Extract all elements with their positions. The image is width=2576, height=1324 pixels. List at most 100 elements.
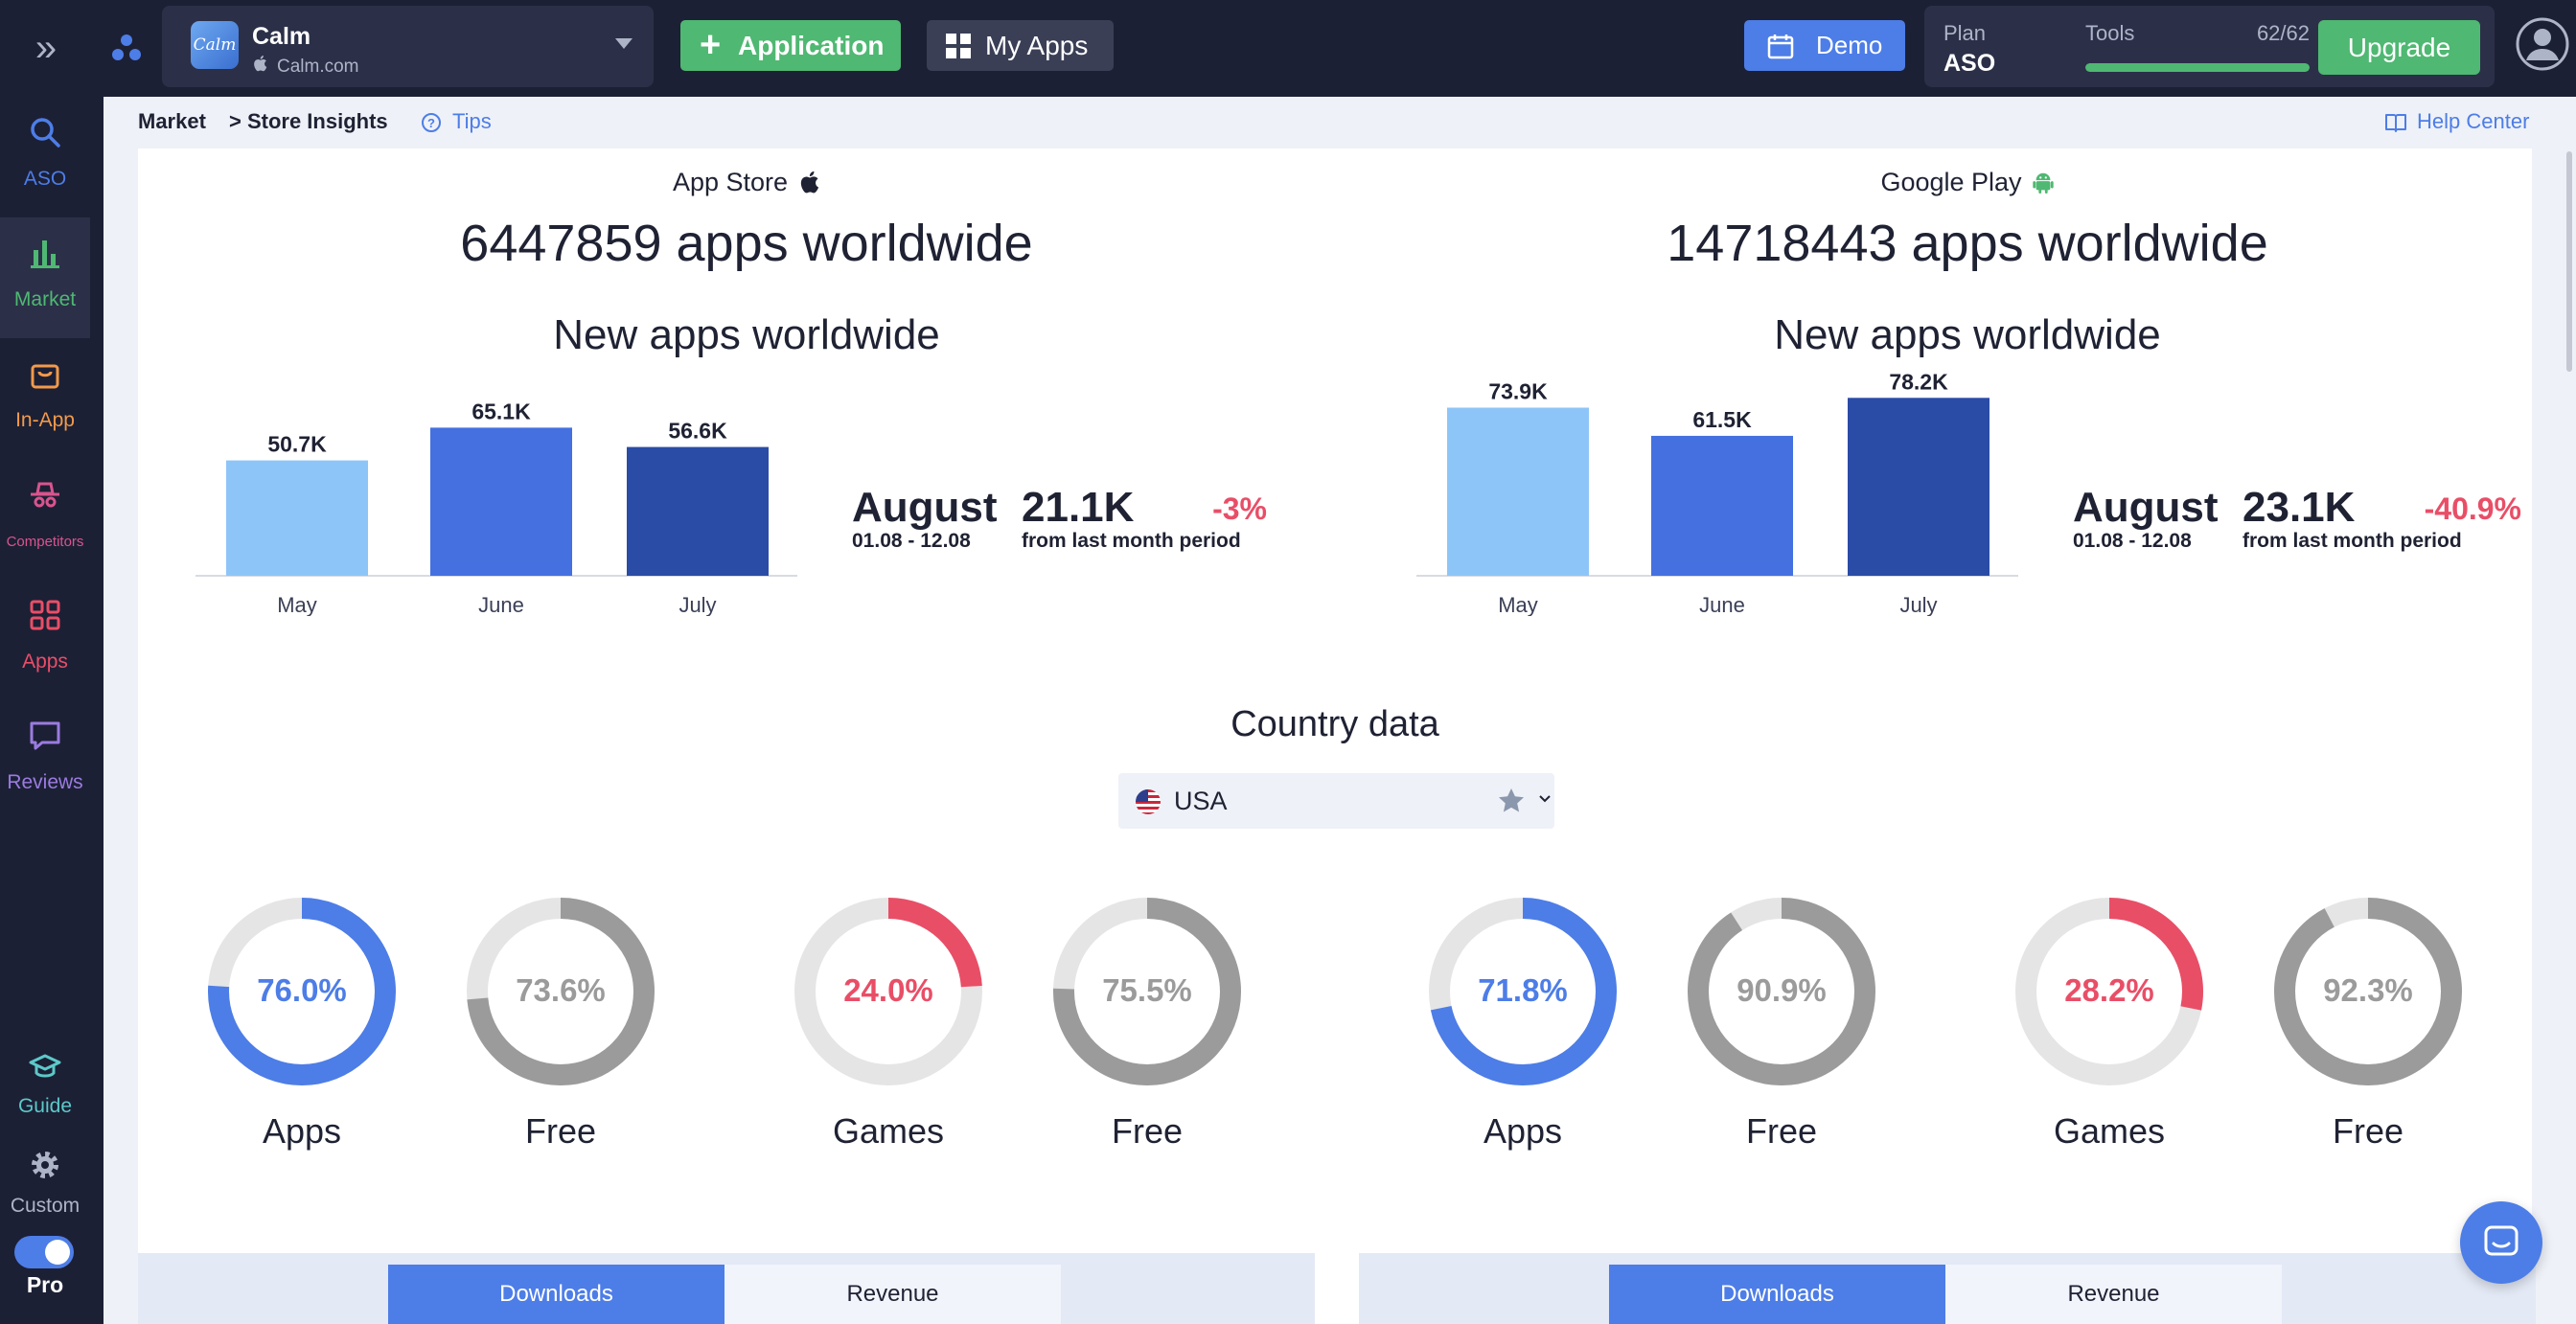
- svg-text:?: ?: [427, 116, 435, 130]
- expand-sidebar-icon[interactable]: »: [27, 29, 65, 67]
- sidebar-item-market[interactable]: Market: [0, 217, 90, 338]
- donut-apps: 71.8% Apps: [1413, 896, 1633, 1151]
- graduation-cap-icon: [29, 1054, 61, 1078]
- donut-label: Free: [524, 1111, 597, 1151]
- sidebar-item-guide[interactable]: Guide: [0, 1039, 90, 1145]
- question-circle-icon[interactable]: ?: [421, 112, 442, 133]
- breadcrumb-store-insights[interactable]: > Store Insights: [229, 109, 388, 134]
- new-apps-title: New apps worldwide: [553, 311, 940, 358]
- month-summary: August 01.08 - 12.08 21.1K -3% from last…: [852, 484, 1302, 552]
- app-selector-dropdown[interactable]: Calm Calm Calm.com: [162, 6, 654, 87]
- donut-row: 71.8% Apps 90.9% Free 28.2% Games 92.3% …: [1359, 896, 2576, 1151]
- scrollbar-thumb[interactable]: [2566, 151, 2572, 372]
- toggle-knob: [45, 1240, 70, 1265]
- breadcrumb-market[interactable]: Market: [138, 109, 206, 134]
- bar-value-label: 78.2K: [1889, 369, 1948, 394]
- metric-tabs: Downloads Revenue: [138, 1253, 1315, 1324]
- chat-support-button[interactable]: [2460, 1201, 2542, 1284]
- donut-percent: 24.0%: [843, 972, 933, 1008]
- user-avatar-icon[interactable]: [2515, 16, 2570, 72]
- help-center-label: Help Center: [2417, 109, 2530, 133]
- x-tick-label: May: [277, 593, 317, 616]
- donut-label: Free: [2332, 1111, 2404, 1151]
- sidebar-item-label: Apps: [22, 651, 68, 673]
- new-apps-title: New apps worldwide: [1774, 311, 2161, 358]
- summary-change: -3%: [1212, 491, 1267, 526]
- donut-label: Games: [2053, 1111, 2166, 1151]
- sidebar-item-reviews[interactable]: Reviews: [0, 700, 90, 821]
- demo-button[interactable]: Demo: [1744, 20, 1905, 71]
- plus-icon: +: [700, 25, 722, 65]
- tools-label: Tools: [2085, 21, 2135, 45]
- tab-revenue[interactable]: Revenue: [724, 1265, 1061, 1324]
- donut-label: Games: [832, 1111, 945, 1151]
- grid-icon: [946, 34, 971, 58]
- us-flag-icon: [1136, 789, 1161, 814]
- spy-hat-icon: [31, 482, 59, 508]
- chat-icon: [2484, 1225, 2518, 1256]
- tab-revenue[interactable]: Revenue: [1945, 1265, 2282, 1324]
- logo-icon[interactable]: [107, 29, 146, 67]
- store-name: Google Play: [1880, 168, 2022, 196]
- donut-apps: 76.0% Apps: [192, 896, 412, 1151]
- sidebar-item-in-app[interactable]: In-App: [0, 338, 90, 459]
- tips-link[interactable]: Tips: [452, 109, 492, 134]
- month-summary: August 01.08 - 12.08 23.1K -40.9% from l…: [2073, 484, 2523, 552]
- android-icon: [2032, 172, 2054, 194]
- donut-games: 24.0% Games: [778, 896, 999, 1151]
- bar-may: [226, 460, 368, 576]
- chat-bubble-icon: [30, 721, 60, 750]
- x-tick-label: June: [1699, 593, 1745, 616]
- tab-downloads[interactable]: Downloads: [1609, 1265, 1945, 1324]
- donut-percent: 73.6%: [516, 972, 606, 1008]
- sidebar-item-label: Custom: [10, 1195, 80, 1217]
- donut-label: Free: [1111, 1111, 1184, 1151]
- my-apps-button[interactable]: My Apps: [927, 20, 1114, 71]
- x-tick-label: July: [1899, 593, 1937, 616]
- app-name: Calm: [252, 23, 311, 50]
- sidebar-item-aso[interactable]: ASO: [0, 97, 90, 217]
- star-icon[interactable]: [1497, 787, 1526, 815]
- app-icon: Calm: [191, 21, 239, 69]
- sidebar-item-competitors[interactable]: Competitors: [0, 459, 90, 580]
- country-select[interactable]: USA: [1118, 773, 1554, 829]
- sidebar: ASO Market In-App Competitors Apps Revie…: [0, 97, 104, 1324]
- total-apps-count: 14718443 apps worldwide: [1667, 215, 2268, 272]
- sidebar-item-apps[interactable]: Apps: [0, 580, 90, 700]
- grid-icon: [30, 600, 60, 630]
- sidebar-item-custom[interactable]: Custom: [0, 1145, 90, 1231]
- bar-chart-icon: [31, 240, 59, 268]
- calendar-icon: [1767, 34, 1794, 59]
- pro-toggle[interactable]: [14, 1236, 74, 1268]
- store-insights-card: App Store 6447859 apps worldwide New app…: [138, 148, 2536, 1324]
- tools-progress-fill: [2085, 63, 2310, 72]
- donut-label: Apps: [1483, 1111, 1563, 1151]
- summary-month: August: [2073, 484, 2219, 531]
- summary-date-range: 01.08 - 12.08: [852, 530, 971, 552]
- donut-free-games: 75.5% Free: [1037, 896, 1257, 1151]
- tools-progress-bar: [2085, 63, 2310, 72]
- store-title: Google Play: [1359, 168, 2576, 197]
- donut-percent: 28.2%: [2064, 972, 2154, 1008]
- gear-icon: [32, 1152, 58, 1178]
- donut-percent: 92.3%: [2323, 972, 2413, 1008]
- tools-count: 62/62: [2256, 21, 2310, 45]
- donut-percent: 71.8%: [1478, 972, 1568, 1008]
- upgrade-button[interactable]: Upgrade: [2318, 20, 2480, 75]
- chevron-down-icon: [615, 38, 632, 49]
- add-application-button[interactable]: + Application: [680, 20, 901, 71]
- x-tick-label: June: [478, 593, 524, 616]
- new-apps-bar-chart: 73.9K May 61.5K June 78.2K July: [1416, 369, 2018, 616]
- apple-icon: [800, 171, 819, 194]
- donut-percent: 76.0%: [257, 972, 347, 1008]
- donut-free-apps: 90.9% Free: [1671, 896, 1892, 1151]
- donut-games: 28.2% Games: [1999, 896, 2220, 1151]
- bar-value-label: 65.1K: [472, 399, 531, 423]
- plan-value: ASO: [1944, 50, 1996, 77]
- pro-label: Pro: [26, 1272, 64, 1297]
- shopping-bag-icon: [31, 364, 59, 389]
- store-name: App Store: [672, 168, 789, 196]
- bar-july: [1848, 398, 1990, 576]
- bar-value-label: 56.6K: [668, 419, 727, 444]
- tab-downloads[interactable]: Downloads: [388, 1265, 724, 1324]
